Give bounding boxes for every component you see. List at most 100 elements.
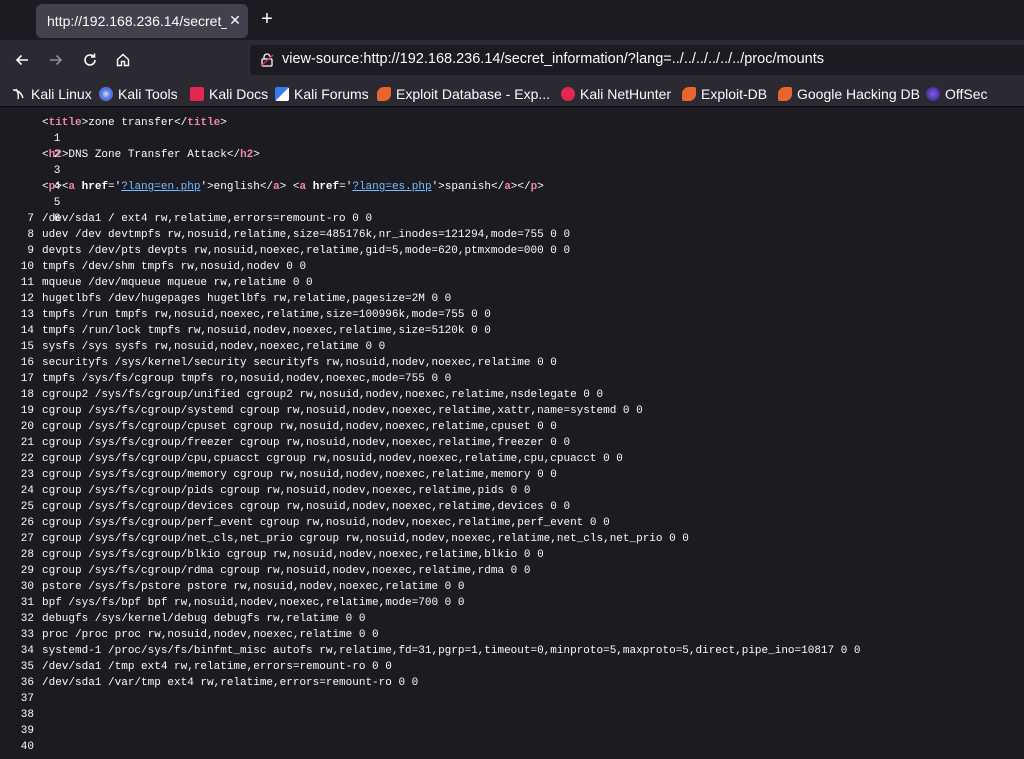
mount-entry: tmpfs /run tmpfs rw,nosuid,noexec,relati… (42, 309, 491, 321)
reload-icon (84, 53, 96, 66)
line-number: 35 (20, 661, 34, 673)
url-text[interactable]: view-source:http://192.168.236.14/secret… (282, 51, 824, 67)
mount-entry: bpf /sys/fs/bpf bpf rw,nosuid,nodev,noex… (42, 597, 465, 609)
mount-entry: cgroup /sys/fs/cgroup/devices cgroup rw,… (42, 501, 571, 513)
kali-tools-icon (99, 87, 113, 101)
source-line: 18 cgroup2 /sys/fs/cgroup/unified cgroup2… (0, 387, 603, 403)
bookmark-kali-docs[interactable]: Kali Docs (190, 85, 268, 103)
bookmark-label: Kali Tools (118, 86, 178, 102)
source-line: 14 tmpfs /run/lock tmpfs rw,nosuid,nodev,… (0, 323, 491, 339)
bookmark-label: OffSec (945, 86, 988, 102)
line-number: 9 (27, 245, 34, 257)
line-number: 34 (20, 645, 34, 657)
source-line: 4 (0, 163, 61, 193)
source-line: 36/dev/sda1 /var/tmp ext4 rw,relatime,er… (0, 675, 418, 691)
mount-entry: cgroup2 /sys/fs/cgroup/unified cgroup2 r… (42, 389, 604, 401)
home-button[interactable] (111, 48, 135, 72)
mount-entry: devpts /dev/pts devpts rw,nosuid,noexec,… (42, 245, 571, 257)
line-number: 37 (20, 693, 34, 705)
bookmark-label: Google Hacking DB (797, 86, 920, 102)
insecure-lock-icon[interactable] (259, 52, 275, 68)
address-bar[interactable]: view-source:http://192.168.236.14/secret… (250, 45, 1024, 75)
bookmark-kali-nethunter[interactable]: Kali NetHunter (561, 85, 671, 103)
exploit-db-icon (778, 87, 792, 101)
mount-entry: sysfs /sys sysfs rw,nosuid,nodev,noexec,… (42, 341, 386, 353)
home-icon (116, 53, 130, 67)
bookmark-kali-linux[interactable]: Kali Linux (12, 85, 92, 103)
source-line: 30 pstore /sys/fs/pstore pstore rw,nosuid… (0, 579, 465, 595)
bookmark-kali-tools[interactable]: Kali Tools (99, 85, 178, 103)
mount-entry: cgroup /sys/fs/cgroup/cpuset cgroup rw,n… (42, 421, 557, 433)
source-line: 6 (0, 195, 61, 225)
code-text: <h2>DNS Zone Transfer Attack</h2> (42, 149, 260, 161)
kali-dragon-icon (12, 87, 26, 101)
source-line: 10 tmpfs /dev/shm tmpfs rw,nosuid,nodev 0… (0, 259, 306, 275)
code-text: <p><a href='?lang=en.php'>english</a> <a… (42, 181, 544, 193)
source-line: 7/dev/sda1 / ext4 rw,relatime,errors=rem… (0, 211, 372, 227)
tab-title: http://192.168.236.14/secret_ (47, 13, 227, 29)
mount-entry: cgroup /sys/fs/cgroup/perf_event cgroup … (42, 517, 610, 529)
source-line: 32 debugfs /sys/kernel/debug debugfs rw,r… (0, 611, 366, 627)
mount-entry: tmpfs /dev/shm tmpfs rw,nosuid,nodev 0 0 (42, 261, 307, 273)
nethunter-icon (561, 87, 575, 101)
bookmark-offsec[interactable]: OffSec (926, 85, 988, 103)
bookmark-kali-forums[interactable]: Kali Forums (275, 85, 369, 103)
bookmark-google-hacking-db[interactable]: Google Hacking DB (778, 85, 920, 103)
arrow-right-icon (50, 54, 63, 66)
source-line: 40 (0, 739, 34, 755)
bookmark-label: Kali NetHunter (580, 86, 672, 102)
new-tab-button[interactable]: + (256, 8, 278, 30)
source-line: 13 tmpfs /run tmpfs rw,nosuid,noexec,rela… (0, 307, 491, 323)
active-tab[interactable]: http://192.168.236.14/secret_ ✕ (36, 4, 248, 38)
source-line: 19 cgroup /sys/fs/cgroup/systemd cgroup r… (0, 403, 643, 419)
line-number: 25 (20, 501, 34, 513)
mount-entry: securityfs /sys/kernel/security security… (42, 357, 557, 369)
forward-button[interactable] (44, 48, 68, 72)
line-number: 36 (20, 677, 34, 689)
reload-button[interactable] (78, 48, 102, 72)
kali-docs-icon (190, 87, 204, 101)
mount-entry: cgroup /sys/fs/cgroup/rdma cgroup rw,nos… (42, 565, 531, 577)
source-line: 26 cgroup /sys/fs/cgroup/perf_event cgrou… (0, 515, 610, 531)
mount-entry: udev /dev devtmpfs rw,nosuid,relatime,si… (42, 229, 571, 241)
line-number: 24 (20, 485, 34, 497)
mount-entry: hugetlbfs /dev/hugepages hugetlbfs rw,re… (42, 293, 452, 305)
mount-entry: /dev/sda1 /var/tmp ext4 rw,relatime,erro… (42, 677, 419, 689)
source-line: 25 cgroup /sys/fs/cgroup/devices cgroup r… (0, 499, 570, 515)
mount-entry: cgroup /sys/fs/cgroup/blkio cgroup rw,no… (42, 549, 544, 561)
source-link-en[interactable]: ?lang=en.php (121, 181, 200, 193)
view-source-content: 1 <title>zone transfer</title> 2 3 <h2>D… (0, 107, 1024, 759)
bookmark-exploit-database[interactable]: Exploit Database - Exp... (377, 85, 550, 103)
exploit-db-icon (377, 87, 391, 101)
source-line: 24 cgroup /sys/fs/cgroup/pids cgroup rw,n… (0, 483, 531, 499)
source-line: 34 systemd-1 /proc/sys/fs/binfmt_misc aut… (0, 643, 861, 659)
mount-entry: proc /proc proc rw,nosuid,nodev,noexec,r… (42, 629, 379, 641)
line-number: 39 (20, 725, 34, 737)
source-line: 28 cgroup /sys/fs/cgroup/blkio cgroup rw,… (0, 547, 544, 563)
mount-entry: /dev/sda1 /tmp ext4 rw,relatime,errors=r… (42, 661, 392, 673)
mount-entry: cgroup /sys/fs/cgroup/memory cgroup rw,n… (42, 469, 557, 481)
line-number: 11 (20, 277, 34, 289)
bookmark-exploit-db[interactable]: Exploit-DB (682, 85, 767, 103)
back-button[interactable] (10, 48, 34, 72)
source-line: 29 cgroup /sys/fs/cgroup/rdma cgroup rw,n… (0, 563, 531, 579)
mount-entry: tmpfs /sys/fs/cgroup tmpfs ro,nosuid,nod… (42, 373, 452, 385)
line-number: 33 (20, 629, 34, 641)
close-tab-icon[interactable]: ✕ (226, 11, 244, 29)
source-line: 20 cgroup /sys/fs/cgroup/cpuset cgroup rw… (0, 419, 557, 435)
line-number: 13 (20, 309, 34, 321)
bookmark-label: Kali Linux (31, 86, 92, 102)
source-line: 17 tmpfs /sys/fs/cgroup tmpfs ro,nosuid,n… (0, 371, 451, 387)
source-line: 39 (0, 723, 34, 739)
mount-entry: cgroup /sys/fs/cgroup/freezer cgroup rw,… (42, 437, 571, 449)
source-line: 23 cgroup /sys/fs/cgroup/memory cgroup rw… (0, 467, 557, 483)
mount-entry: debugfs /sys/kernel/debug debugfs rw,rel… (42, 613, 366, 625)
source-line: 5 <p><a href='?lang=en.php'>english</a> … (0, 179, 544, 209)
line-number: 10 (20, 261, 34, 273)
mount-entry: /dev/sda1 / ext4 rw,relatime,errors=remo… (42, 213, 373, 225)
line-number: 27 (20, 533, 34, 545)
source-line: 3 <h2>DNS Zone Transfer Attack</h2> (0, 147, 260, 177)
source-link-es[interactable]: ?lang=es.php (352, 181, 431, 193)
source-line: 8 udev /dev devtmpfs rw,nosuid,relatime,s… (0, 227, 570, 243)
mount-entry: tmpfs /run/lock tmpfs rw,nosuid,nodev,no… (42, 325, 491, 337)
